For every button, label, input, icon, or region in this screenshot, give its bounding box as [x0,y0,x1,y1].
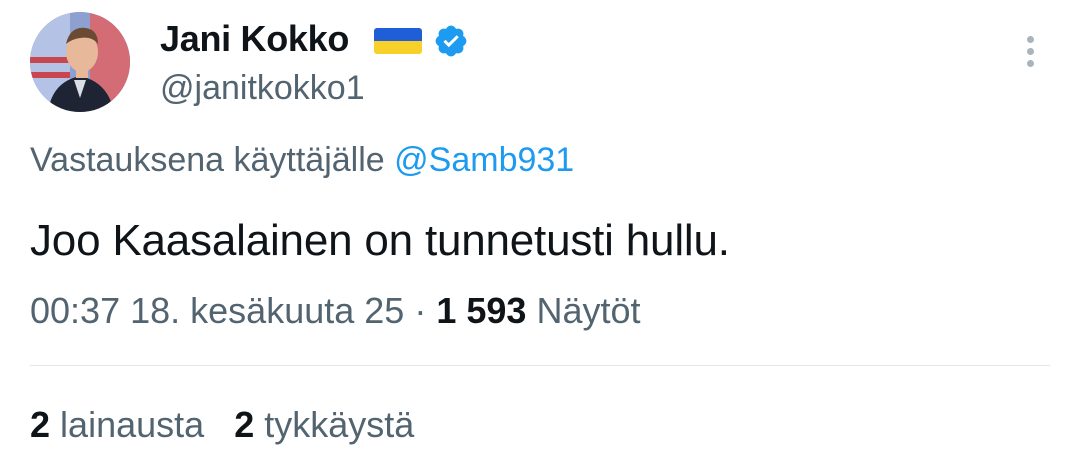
author-display-name[interactable]: Jani Kokko [160,18,349,60]
tweet-text: Joo Kaasalainen on tunnetusti hullu. [30,216,730,265]
avatar[interactable] [30,12,130,112]
reply-context: Vastauksena käyttäjälle @Samb931 [30,141,574,180]
tweet-meta: 00:37 18. kesäkuuta 25 · 1 593 Näytöt [30,290,641,332]
more-options-icon[interactable] [1019,36,1041,72]
ukraine-flag-icon [374,28,422,54]
reply-prefix: Vastauksena käyttäjälle [30,141,385,179]
quotes-stat[interactable]: 2 lainausta [30,404,214,445]
engagement-stats: 2 lainausta 2 tykkäystä [30,404,414,446]
tweet-time[interactable]: 00:37 [30,290,120,331]
verified-badge-icon[interactable] [433,23,469,59]
tweet-date[interactable]: 18. kesäkuuta 25 [130,290,404,331]
likes-label: tykkäystä [264,404,415,445]
views-count: 1 593 [436,290,527,331]
quotes-label: lainausta [60,404,205,445]
avatar-image [30,12,130,112]
likes-count: 2 [234,404,255,445]
author-handle[interactable]: @janitkokko1 [160,69,365,108]
quotes-count: 2 [30,404,51,445]
divider [30,365,1050,366]
likes-stat[interactable]: 2 tykkäystä [234,404,414,445]
reply-mention-link[interactable]: @Samb931 [394,141,574,179]
views-label: Näytöt [536,290,641,331]
meta-separator: · [414,290,427,331]
